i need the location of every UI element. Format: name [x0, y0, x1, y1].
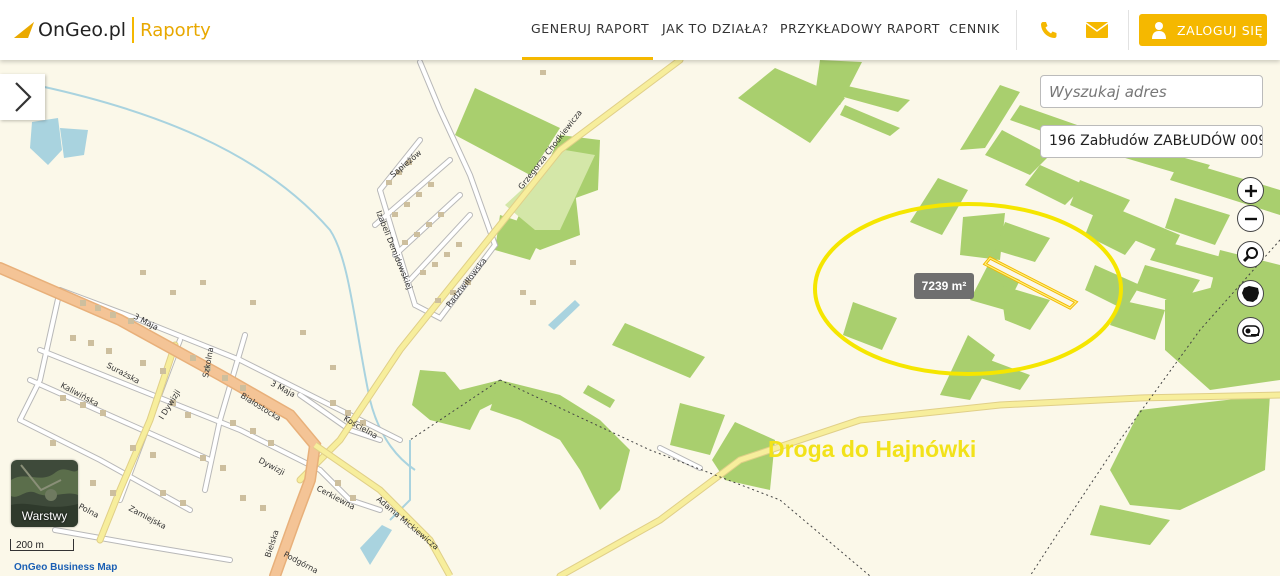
divider	[1128, 10, 1129, 50]
nav-active-indicator	[522, 57, 653, 60]
search-magnifier-icon[interactable]	[1237, 241, 1264, 268]
logo[interactable]: OnGeo.pl Raporty	[14, 17, 211, 43]
side-panel-toggle[interactable]	[0, 74, 45, 120]
zoom-out-icon[interactable]	[1237, 205, 1264, 232]
login-button[interactable]: ZALOGUJ SIĘ	[1139, 14, 1267, 46]
nav-generuj-raport[interactable]: GENERUJ RAPORT	[531, 21, 649, 36]
mail-icon[interactable]	[1085, 22, 1109, 43]
parcel-area-label: 7239 m²	[914, 273, 974, 299]
scale-label: 200 m	[16, 540, 44, 551]
phone-icon[interactable]	[1039, 20, 1059, 45]
logo-subtitle: Raporty	[140, 19, 211, 41]
layers-label: Warstwy	[21, 509, 68, 523]
nav-cennik[interactable]: CENNIK	[949, 21, 1000, 36]
address-search-input[interactable]	[1040, 75, 1263, 108]
top-header: OnGeo.pl Raporty GENERUJ RAPORT JAK TO D…	[0, 0, 1280, 60]
logo-brand-text: OnGeo.pl	[38, 19, 127, 41]
logo-mark-icon	[14, 22, 34, 38]
login-label: ZALOGUJ SIĘ	[1177, 22, 1264, 38]
poland-map-icon[interactable]	[1237, 280, 1264, 307]
divider	[1016, 10, 1017, 50]
user-icon	[1151, 21, 1167, 39]
measure-tape-icon[interactable]	[1237, 317, 1264, 344]
map-attribution[interactable]: OnGeo Business Map	[14, 562, 117, 573]
parcel-id-field[interactable]: 196 Zabłudów ZABŁUDÓW 0094	[1040, 125, 1263, 158]
nav-jak-to-dziala[interactable]: JAK TO DZIAŁA?	[662, 21, 769, 36]
nav-przykladowy-raport[interactable]: PRZYKŁADOWY RAPORT	[780, 21, 940, 36]
layers-button[interactable]: Warstwy	[11, 460, 78, 527]
logo-divider	[132, 17, 135, 43]
road-annotation: Droga do Hajnówki	[768, 436, 977, 462]
zoom-in-icon[interactable]	[1237, 177, 1264, 204]
chevron-right-icon	[14, 82, 32, 112]
